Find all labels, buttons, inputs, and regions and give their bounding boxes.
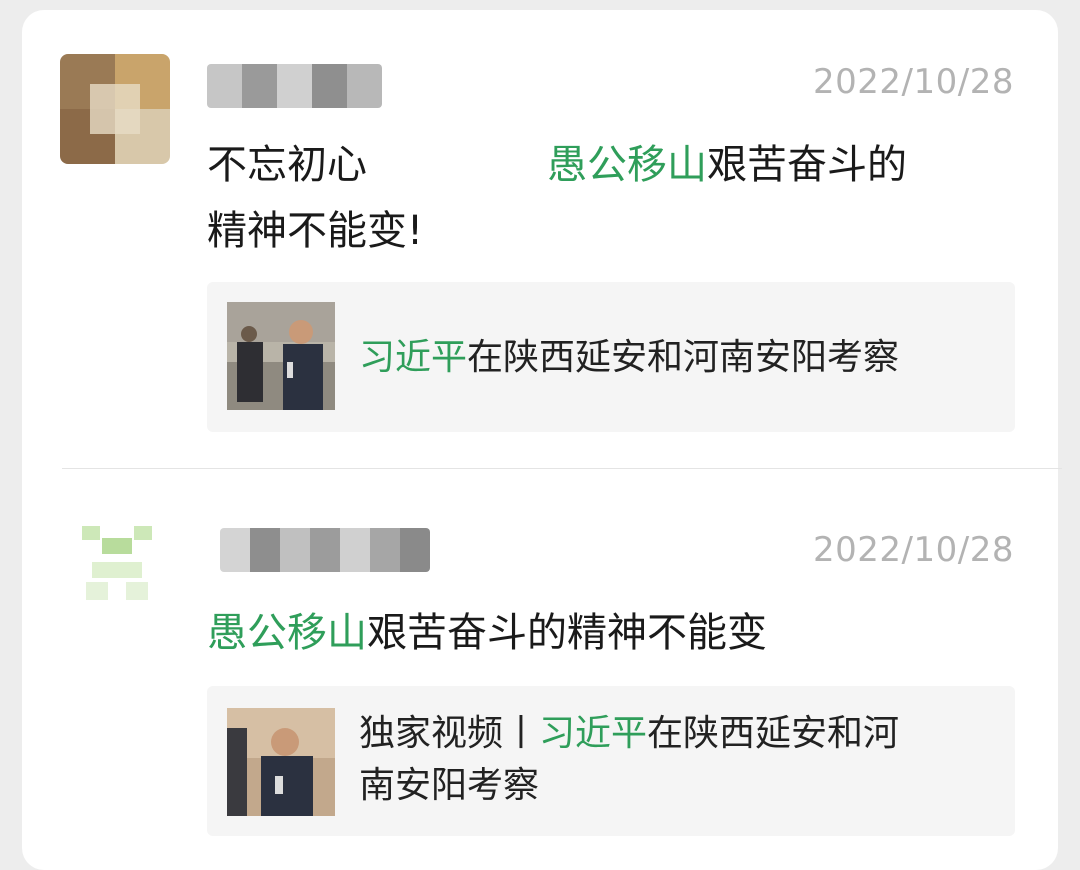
timestamp: 2022/10/28 [813, 62, 1014, 102]
article-title-prefix: 独家视频丨 [359, 713, 540, 754]
divider [62, 468, 1062, 469]
highlight-keyword[interactable]: 愚公移山 [547, 142, 707, 188]
article-thumbnail [227, 302, 335, 410]
comment-text-part: 艰苦奋斗的 [707, 142, 907, 188]
comments-card: 2022/10/28 不忘初心 愚公移山艰苦奋斗的 精神不能变! 习近平在陕西延… [22, 10, 1062, 870]
comment-text: 不忘初心 愚公移山艰苦奋斗的 精神不能变! [207, 132, 1027, 264]
article-title-text: 在陕西延安和河 [647, 713, 900, 754]
comment-item: 2022/10/28 愚公移山艰苦奋斗的精神不能变 独家视频丨习近平在陕西延安和… [22, 480, 1058, 860]
article-title-line: 南安阳考察 [359, 765, 540, 806]
timestamp: 2022/10/28 [813, 530, 1014, 570]
comment-text-part: 不忘初心 [207, 142, 367, 188]
comment-text-part: 艰苦奋斗的精神不能变 [367, 610, 767, 656]
shared-article-card[interactable]: 独家视频丨习近平在陕西延安和河 南安阳考察 [207, 686, 1015, 836]
comment-item: 2022/10/28 不忘初心 愚公移山艰苦奋斗的 精神不能变! 习近平在陕西延… [22, 10, 1058, 470]
shared-article-card[interactable]: 习近平在陕西延安和河南安阳考察 [207, 282, 1015, 432]
comment-text: 愚公移山艰苦奋斗的精神不能变 [207, 600, 1027, 666]
highlight-keyword[interactable]: 愚公移山 [207, 610, 367, 656]
highlight-keyword[interactable]: 习近平 [539, 713, 647, 754]
avatar[interactable] [72, 516, 162, 606]
comment-text-line: 精神不能变! [207, 208, 424, 254]
article-thumbnail [227, 708, 335, 816]
highlight-keyword[interactable]: 习近平 [359, 337, 467, 378]
article-title-text: 在陕西延安和河南安阳考察 [467, 337, 900, 378]
article-title: 独家视频丨习近平在陕西延安和河 南安阳考察 [359, 708, 985, 812]
article-title: 习近平在陕西延安和河南安阳考察 [359, 332, 985, 384]
username-blurred[interactable] [207, 64, 382, 108]
username-blurred[interactable] [220, 528, 430, 572]
avatar[interactable] [60, 54, 170, 164]
